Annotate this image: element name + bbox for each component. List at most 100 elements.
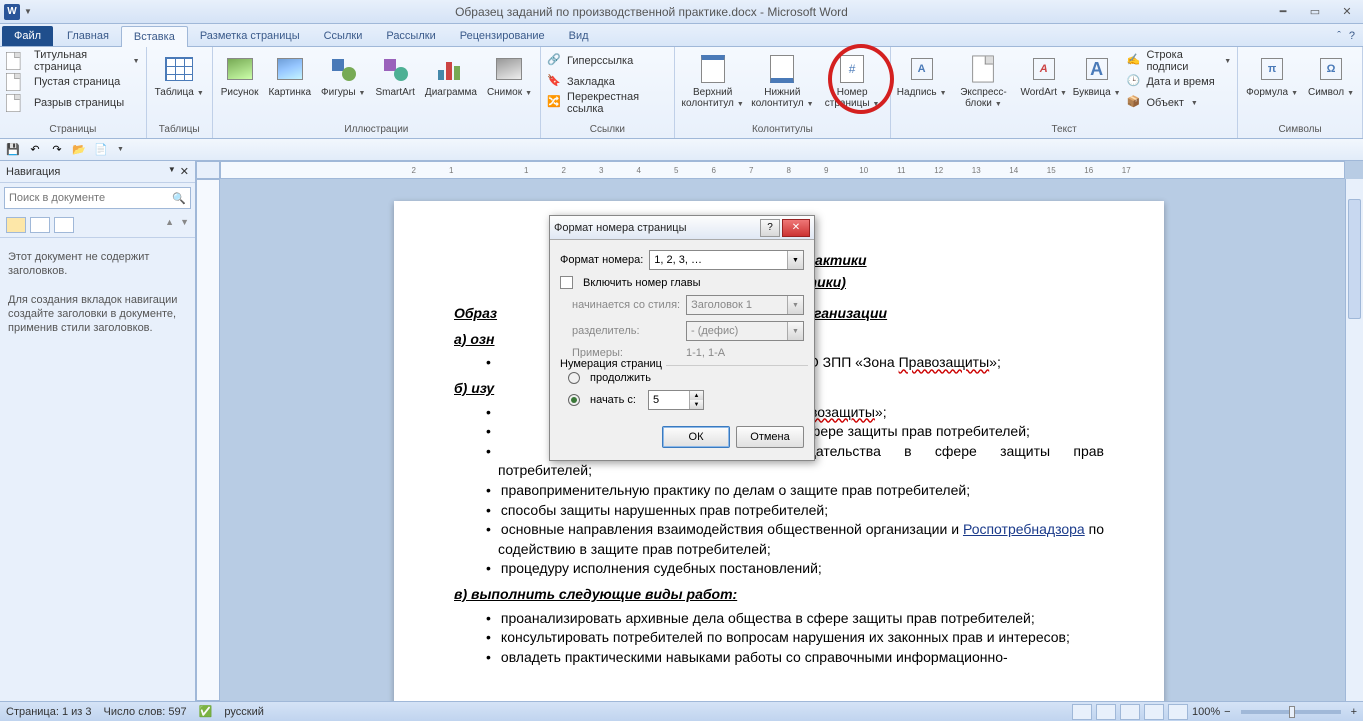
cover-page-icon <box>6 52 20 70</box>
nav-view-headings[interactable] <box>6 217 26 233</box>
undo-button[interactable]: ↶ <box>26 141 44 159</box>
number-format-select[interactable]: 1, 2, 3, … ▼ <box>649 250 804 270</box>
smartart-button[interactable]: SmartArt <box>371 51 418 100</box>
page-number-button[interactable]: #Номер страницы▼ <box>818 51 886 111</box>
nav-prev-icon[interactable]: ▲ <box>165 217 174 233</box>
cancel-button[interactable]: Отмена <box>736 426 804 448</box>
zoom-in-button[interactable]: + <box>1351 706 1357 718</box>
wordart-button[interactable]: AWordArt▼ <box>1019 51 1069 100</box>
datetime-button[interactable]: 🕒Дата и время <box>1124 72 1233 92</box>
scroll-thumb[interactable] <box>1348 199 1361 319</box>
help-icon[interactable]: ? <box>1349 30 1355 42</box>
word-app-icon: W <box>4 4 20 20</box>
symbol-button[interactable]: ΩСимвол▼ <box>1304 51 1358 100</box>
zoom-slider[interactable] <box>1241 710 1341 714</box>
cross-ref-button[interactable]: 🔀Перекрестная ссылка <box>545 93 670 113</box>
nav-dropdown-icon[interactable]: ▼ <box>168 165 176 178</box>
zoom-level[interactable]: 100% <box>1192 706 1220 718</box>
picture-button[interactable]: Рисунок <box>217 51 263 100</box>
proofing-icon[interactable]: ✅ <box>199 705 213 718</box>
open-button[interactable]: 📂 <box>70 141 88 159</box>
save-button[interactable]: 💾 <box>4 141 22 159</box>
shapes-button[interactable]: Фигуры▼ <box>317 51 369 100</box>
outline-view[interactable] <box>1144 704 1164 720</box>
spinner-up-icon[interactable]: ▲ <box>690 391 703 400</box>
spinner-down-icon[interactable]: ▼ <box>690 400 703 409</box>
footer-icon <box>766 53 798 85</box>
tab-review[interactable]: Рецензирование <box>448 26 557 46</box>
start-at-radio[interactable] <box>568 394 580 406</box>
zoom-thumb[interactable] <box>1289 706 1295 718</box>
page-number-format-dialog: Формат номера страницы ? ✕ Формат номера… <box>549 215 815 461</box>
status-language[interactable]: русский <box>224 706 263 718</box>
group-tables-label: Таблицы <box>151 123 208 136</box>
equation-button[interactable]: πФормула▼ <box>1242 51 1302 100</box>
examples-value: 1-1, 1-A <box>686 347 804 359</box>
tab-mailings[interactable]: Рассылки <box>374 26 447 46</box>
continue-radio[interactable] <box>568 372 580 384</box>
hyperlink-button[interactable]: 🔗Гиперссылка <box>545 51 670 71</box>
symbol-icon: Ω <box>1315 53 1347 85</box>
quickparts-icon <box>967 53 999 85</box>
qat-customize-icon[interactable]: ▼ <box>117 146 124 153</box>
tab-home[interactable]: Главная <box>55 26 121 46</box>
vertical-ruler[interactable] <box>196 179 220 701</box>
qat-dropdown-icon[interactable]: ▼ <box>24 7 32 16</box>
dialog-close-button[interactable]: ✕ <box>782 219 810 237</box>
status-words[interactable]: Число слов: 597 <box>104 706 187 718</box>
tab-layout[interactable]: Разметка страницы <box>188 26 312 46</box>
bookmark-button[interactable]: 🔖Закладка <box>545 72 670 92</box>
fullscreen-view[interactable] <box>1096 704 1116 720</box>
tab-insert[interactable]: Вставка <box>121 26 188 47</box>
quickparts-button[interactable]: Экспресс-блоки▼ <box>950 51 1016 111</box>
screenshot-button[interactable]: Снимок▼ <box>483 51 536 100</box>
header-button[interactable]: Верхний колонтитул▼ <box>679 51 747 111</box>
ok-button[interactable]: ОК <box>662 426 730 448</box>
vertical-scrollbar[interactable] <box>1345 179 1363 701</box>
new-button[interactable]: 📄 <box>92 141 110 159</box>
starts-style-select: Заголовок 1 ▼ <box>686 295 804 315</box>
ruler-corner[interactable] <box>196 161 220 179</box>
tab-file[interactable]: Файл <box>2 26 53 46</box>
tab-view[interactable]: Вид <box>557 26 601 46</box>
textbox-button[interactable]: AНадпись▼ <box>895 51 948 100</box>
horizontal-ruler[interactable]: 211234567891011121314151617 <box>220 161 1345 179</box>
ribbon-minimize-icon[interactable]: ˆ <box>1337 30 1341 42</box>
footer-button[interactable]: Нижний колонтитул▼ <box>749 51 817 111</box>
print-layout-view[interactable] <box>1072 704 1092 720</box>
nav-view-results[interactable] <box>54 217 74 233</box>
chart-button[interactable]: Диаграмма <box>421 51 481 100</box>
dropcap-button[interactable]: AБуквица▼ <box>1071 51 1123 100</box>
page-break-button[interactable]: Разрыв страницы <box>4 93 142 113</box>
nav-next-icon[interactable]: ▼ <box>180 217 189 233</box>
status-page[interactable]: Страница: 1 из 3 <box>6 706 92 718</box>
dialog-help-button[interactable]: ? <box>760 219 780 237</box>
nav-search-input[interactable] <box>5 188 168 208</box>
start-at-spinner[interactable]: ▲ ▼ <box>648 390 704 410</box>
header-icon <box>697 53 729 85</box>
clipart-button[interactable]: Картинка <box>264 51 315 100</box>
nav-search[interactable]: 🔍 <box>4 187 191 209</box>
start-at-label: начать с: <box>590 394 636 406</box>
include-chapter-label: Включить номер главы <box>583 277 701 289</box>
maximize-button[interactable]: ▭ <box>1303 4 1327 20</box>
object-button[interactable]: 📦Объект▼ <box>1124 93 1233 113</box>
nav-close-icon[interactable]: ✕ <box>180 165 189 178</box>
zoom-out-button[interactable]: − <box>1224 706 1230 718</box>
web-layout-view[interactable] <box>1120 704 1140 720</box>
minimize-button[interactable]: ━ <box>1271 4 1295 20</box>
signature-icon: ✍ <box>1126 53 1142 69</box>
search-icon[interactable]: 🔍 <box>168 188 190 208</box>
signature-line-button[interactable]: ✍Строка подписи▼ <box>1124 51 1233 71</box>
close-window-button[interactable]: ✕ <box>1335 4 1359 20</box>
tab-references[interactable]: Ссылки <box>312 26 375 46</box>
draft-view[interactable] <box>1168 704 1188 720</box>
start-at-input[interactable] <box>649 391 689 409</box>
include-chapter-checkbox[interactable] <box>560 276 573 289</box>
table-button[interactable]: Таблица▼ <box>151 51 208 100</box>
cover-page-button[interactable]: Титульная страница▼ <box>4 51 142 71</box>
blank-page-icon <box>6 73 20 91</box>
blank-page-button[interactable]: Пустая страница <box>4 72 142 92</box>
nav-view-pages[interactable] <box>30 217 50 233</box>
redo-button[interactable]: ↷ <box>48 141 66 159</box>
